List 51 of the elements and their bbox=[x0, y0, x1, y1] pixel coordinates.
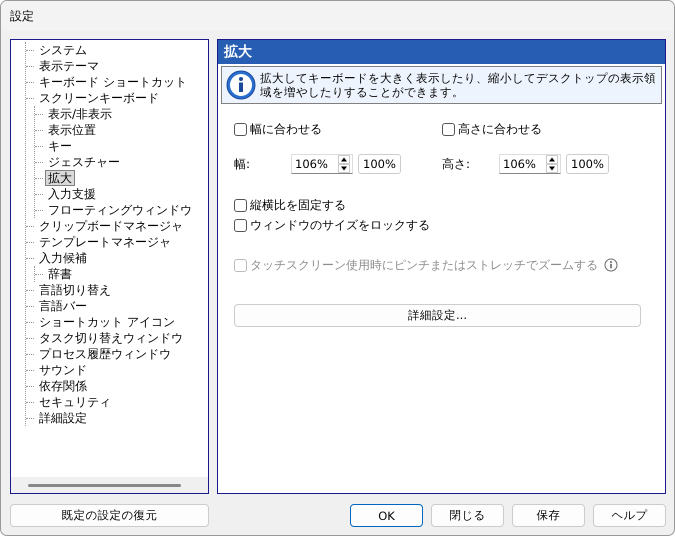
checkbox-label: タッチスクリーン使用時にピンチまたはストレッチでズームする bbox=[250, 256, 598, 274]
tree-item[interactable]: 表示/非表示 bbox=[45, 106, 116, 122]
window-title: 設定 bbox=[10, 8, 34, 24]
tree-item[interactable]: 依存関係 bbox=[36, 378, 90, 394]
tree-item[interactable]: テンプレートマネージャ bbox=[36, 234, 174, 250]
tree-item[interactable]: キーボード ショートカット bbox=[36, 74, 190, 90]
info-icon[interactable] bbox=[604, 258, 618, 272]
tree-item[interactable]: 辞書 bbox=[45, 266, 75, 282]
reset-button[interactable]: 100% bbox=[358, 154, 401, 174]
tree-item[interactable]: システム bbox=[36, 42, 90, 58]
checkbox-label: 高さに合わせる bbox=[458, 120, 542, 138]
tree-item[interactable]: 言語切り替え bbox=[36, 282, 114, 298]
checkbox[interactable] bbox=[234, 198, 247, 212]
info-text: 拡大してキーボードを大きく表示したり、縮小してデスクトップの表示領域を増やしたりすることができます。 bbox=[260, 71, 657, 99]
tree-item[interactable]: タスク切り替えウィンドウ bbox=[36, 330, 186, 346]
tree-item[interactable]: 表示テーマ bbox=[36, 58, 102, 74]
checkbox[interactable] bbox=[442, 122, 455, 136]
dialog-button[interactable]: 保存 bbox=[512, 504, 585, 527]
tree-item[interactable]: セキュリティ bbox=[36, 394, 114, 410]
checkbox-label: ウィンドウのサイズをロックする bbox=[250, 216, 430, 234]
dialog-button[interactable]: 閉じる bbox=[431, 504, 504, 527]
tree-item[interactable]: サウンド bbox=[36, 362, 90, 378]
tree-item[interactable]: 入力支援 bbox=[45, 186, 99, 202]
checkbox[interactable] bbox=[234, 218, 247, 232]
info-icon bbox=[226, 70, 256, 100]
spin-arrows-icon[interactable] bbox=[546, 155, 558, 173]
scrollbar-thumb[interactable] bbox=[28, 484, 181, 486]
spin-arrows-icon[interactable] bbox=[338, 155, 350, 173]
tree-item[interactable]: 言語バー bbox=[36, 298, 90, 314]
tree-item[interactable]: スクリーンキーボード bbox=[36, 90, 162, 106]
scale-label: 高さ: bbox=[442, 156, 472, 172]
tree-item[interactable]: フローティングウィンドウ bbox=[45, 202, 195, 218]
checkbox[interactable] bbox=[234, 122, 247, 136]
tree-item[interactable]: 拡大 bbox=[45, 170, 75, 186]
tree-item[interactable]: キー bbox=[45, 138, 75, 154]
tree-item[interactable]: 詳細設定 bbox=[36, 410, 90, 426]
panel-title: 拡大 bbox=[218, 40, 665, 64]
tree-item[interactable]: ショートカット アイコン bbox=[36, 314, 178, 330]
tree-item[interactable]: ジェスチャー bbox=[45, 154, 123, 170]
checkbox-label: 幅に合わせる bbox=[250, 120, 322, 138]
checkbox-label: 縦横比を固定する bbox=[250, 196, 346, 214]
advanced-settings-button[interactable]: 詳細設定... bbox=[234, 304, 641, 327]
tree-item[interactable]: 表示位置 bbox=[45, 122, 99, 138]
tree-item[interactable]: プロセス履歴ウィンドウ bbox=[36, 346, 174, 362]
reset-button[interactable]: 100% bbox=[566, 154, 609, 174]
dialog-button[interactable]: ヘルプ bbox=[593, 504, 666, 527]
restore-defaults-button[interactable]: 既定の設定の復元 bbox=[10, 504, 209, 527]
scale-label: 幅: bbox=[234, 156, 252, 172]
tree-item[interactable]: クリップボードマネージャ bbox=[36, 218, 186, 234]
tree-item[interactable]: 入力候補 bbox=[36, 250, 90, 266]
dialog-button[interactable]: OK bbox=[350, 504, 423, 527]
